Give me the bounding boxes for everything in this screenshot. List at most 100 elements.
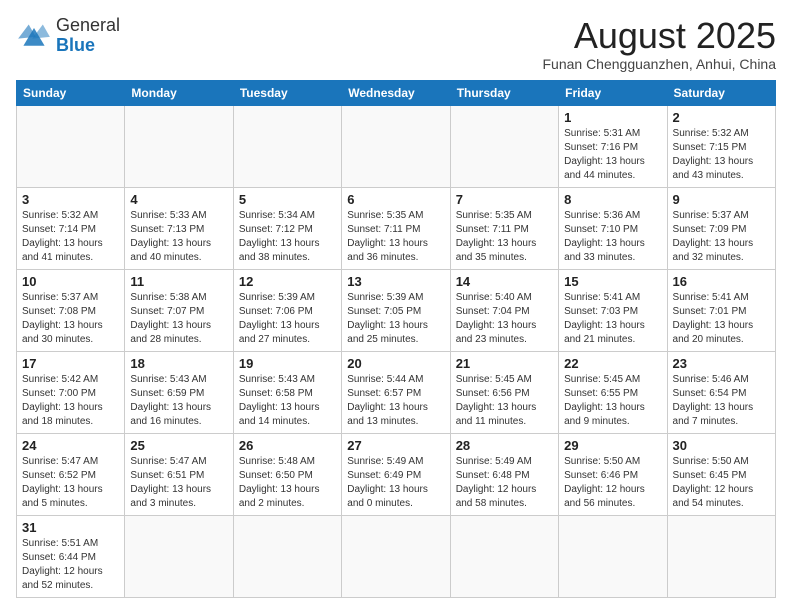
calendar-cell bbox=[559, 515, 667, 597]
calendar-cell bbox=[233, 515, 341, 597]
calendar-cell: 26 Sunrise: 5:48 AM Sunset: 6:50 PM Dayli… bbox=[233, 433, 341, 515]
day-info: Sunrise: 5:48 AM Sunset: 6:50 PM Dayligh… bbox=[239, 455, 336, 511]
calendar-week-row: 1 Sunrise: 5:31 AM Sunset: 7:16 PM Daylig… bbox=[17, 105, 776, 187]
day-info: Sunrise: 5:42 AM Sunset: 7:00 PM Dayligh… bbox=[22, 373, 119, 429]
day-info: Sunrise: 5:39 AM Sunset: 7:06 PM Dayligh… bbox=[239, 291, 336, 347]
calendar-cell: 15Sunrise: 5:41 AM Sunset: 7:03 PM Dayli… bbox=[559, 269, 667, 351]
day-number: 19 bbox=[239, 356, 336, 371]
calendar-cell bbox=[450, 515, 558, 597]
calendar-cell: 21Sunrise: 5:45 AM Sunset: 6:56 PM Dayli… bbox=[450, 351, 558, 433]
calendar-cell bbox=[667, 515, 775, 597]
calendar-title: August 2025 bbox=[542, 16, 776, 56]
calendar-week-row: 24 Sunrise: 5:47 AM Sunset: 6:52 PM Dayli… bbox=[17, 433, 776, 515]
day-number: 2 bbox=[673, 110, 770, 125]
day-number: 24 bbox=[22, 438, 119, 453]
day-number: 30 bbox=[673, 438, 770, 453]
calendar-week-row: 31Sunrise: 5:51 AM Sunset: 6:44 PM Dayli… bbox=[17, 515, 776, 597]
calendar-cell: 8Sunrise: 5:36 AM Sunset: 7:10 PM Daylig… bbox=[559, 187, 667, 269]
day-info: Sunrise: 5:34 AM Sunset: 7:12 PM Dayligh… bbox=[239, 209, 336, 265]
calendar-cell: 2 Sunrise: 5:32 AM Sunset: 7:15 PM Daylig… bbox=[667, 105, 775, 187]
calendar-cell: 14 Sunrise: 5:40 AM Sunset: 7:04 PM Dayli… bbox=[450, 269, 558, 351]
calendar-cell: 23 Sunrise: 5:46 AM Sunset: 6:54 PM Dayli… bbox=[667, 351, 775, 433]
calendar-cell: 29 Sunrise: 5:50 AM Sunset: 6:46 PM Dayli… bbox=[559, 433, 667, 515]
title-area: August 2025 Funan Chengguanzhen, Anhui, … bbox=[542, 16, 776, 72]
calendar-cell bbox=[342, 515, 450, 597]
day-number: 9 bbox=[673, 192, 770, 207]
calendar-cell: 27 Sunrise: 5:49 AM Sunset: 6:49 PM Dayli… bbox=[342, 433, 450, 515]
day-info: Sunrise: 5:32 AM Sunset: 7:14 PM Dayligh… bbox=[22, 209, 119, 265]
day-number: 16 bbox=[673, 274, 770, 289]
day-info: Sunrise: 5:46 AM Sunset: 6:54 PM Dayligh… bbox=[673, 373, 770, 429]
calendar-cell: 30 Sunrise: 5:50 AM Sunset: 6:45 PM Dayli… bbox=[667, 433, 775, 515]
calendar-cell: 31Sunrise: 5:51 AM Sunset: 6:44 PM Dayli… bbox=[17, 515, 125, 597]
day-info: Sunrise: 5:41 AM Sunset: 7:01 PM Dayligh… bbox=[673, 291, 770, 347]
calendar-cell: 22Sunrise: 5:45 AM Sunset: 6:55 PM Dayli… bbox=[559, 351, 667, 433]
day-info: Sunrise: 5:49 AM Sunset: 6:48 PM Dayligh… bbox=[456, 455, 553, 511]
logo: General Blue bbox=[16, 16, 120, 56]
calendar-cell: 20Sunrise: 5:44 AM Sunset: 6:57 PM Dayli… bbox=[342, 351, 450, 433]
calendar-cell: 9 Sunrise: 5:37 AM Sunset: 7:09 PM Daylig… bbox=[667, 187, 775, 269]
day-number: 5 bbox=[239, 192, 336, 207]
day-number: 8 bbox=[564, 192, 661, 207]
logo-text: General Blue bbox=[56, 16, 120, 56]
day-info: Sunrise: 5:37 AM Sunset: 7:09 PM Dayligh… bbox=[673, 209, 770, 265]
calendar-cell: 5 Sunrise: 5:34 AM Sunset: 7:12 PM Daylig… bbox=[233, 187, 341, 269]
day-number: 21 bbox=[456, 356, 553, 371]
day-info: Sunrise: 5:45 AM Sunset: 6:55 PM Dayligh… bbox=[564, 373, 661, 429]
day-number: 13 bbox=[347, 274, 444, 289]
day-number: 27 bbox=[347, 438, 444, 453]
calendar-cell bbox=[233, 105, 341, 187]
day-info: Sunrise: 5:47 AM Sunset: 6:52 PM Dayligh… bbox=[22, 455, 119, 511]
day-number: 14 bbox=[456, 274, 553, 289]
day-number: 18 bbox=[130, 356, 227, 371]
calendar-cell: 7Sunrise: 5:35 AM Sunset: 7:11 PM Daylig… bbox=[450, 187, 558, 269]
calendar-cell bbox=[450, 105, 558, 187]
calendar-week-row: 10Sunrise: 5:37 AM Sunset: 7:08 PM Dayli… bbox=[17, 269, 776, 351]
day-number: 12 bbox=[239, 274, 336, 289]
day-number: 26 bbox=[239, 438, 336, 453]
day-number: 7 bbox=[456, 192, 553, 207]
calendar-cell: 13Sunrise: 5:39 AM Sunset: 7:05 PM Dayli… bbox=[342, 269, 450, 351]
day-number: 3 bbox=[22, 192, 119, 207]
day-number: 29 bbox=[564, 438, 661, 453]
day-info: Sunrise: 5:43 AM Sunset: 6:59 PM Dayligh… bbox=[130, 373, 227, 429]
calendar-cell bbox=[125, 105, 233, 187]
calendar-cell: 28 Sunrise: 5:49 AM Sunset: 6:48 PM Dayli… bbox=[450, 433, 558, 515]
header-friday: Friday bbox=[559, 80, 667, 105]
calendar-cell: 3 Sunrise: 5:32 AM Sunset: 7:14 PM Daylig… bbox=[17, 187, 125, 269]
calendar-cell: 17Sunrise: 5:42 AM Sunset: 7:00 PM Dayli… bbox=[17, 351, 125, 433]
day-info: Sunrise: 5:50 AM Sunset: 6:45 PM Dayligh… bbox=[673, 455, 770, 511]
calendar-cell: 16 Sunrise: 5:41 AM Sunset: 7:01 PM Dayli… bbox=[667, 269, 775, 351]
day-info: Sunrise: 5:51 AM Sunset: 6:44 PM Dayligh… bbox=[22, 537, 119, 593]
day-info: Sunrise: 5:32 AM Sunset: 7:15 PM Dayligh… bbox=[673, 127, 770, 183]
weekday-header-row: Sunday Monday Tuesday Wednesday Thursday… bbox=[17, 80, 776, 105]
day-number: 1 bbox=[564, 110, 661, 125]
header-saturday: Saturday bbox=[667, 80, 775, 105]
day-info: Sunrise: 5:40 AM Sunset: 7:04 PM Dayligh… bbox=[456, 291, 553, 347]
header-sunday: Sunday bbox=[17, 80, 125, 105]
day-info: Sunrise: 5:43 AM Sunset: 6:58 PM Dayligh… bbox=[239, 373, 336, 429]
day-info: Sunrise: 5:35 AM Sunset: 7:11 PM Dayligh… bbox=[347, 209, 444, 265]
calendar-cell: 18 Sunrise: 5:43 AM Sunset: 6:59 PM Dayli… bbox=[125, 351, 233, 433]
header-thursday: Thursday bbox=[450, 80, 558, 105]
calendar-cell: 10Sunrise: 5:37 AM Sunset: 7:08 PM Dayli… bbox=[17, 269, 125, 351]
calendar-cell: 12 Sunrise: 5:39 AM Sunset: 7:06 PM Dayli… bbox=[233, 269, 341, 351]
day-number: 4 bbox=[130, 192, 227, 207]
calendar-cell bbox=[342, 105, 450, 187]
header-wednesday: Wednesday bbox=[342, 80, 450, 105]
day-info: Sunrise: 5:31 AM Sunset: 7:16 PM Dayligh… bbox=[564, 127, 661, 183]
calendar-table: Sunday Monday Tuesday Wednesday Thursday… bbox=[16, 80, 776, 598]
day-info: Sunrise: 5:50 AM Sunset: 6:46 PM Dayligh… bbox=[564, 455, 661, 511]
day-info: Sunrise: 5:49 AM Sunset: 6:49 PM Dayligh… bbox=[347, 455, 444, 511]
calendar-cell bbox=[17, 105, 125, 187]
day-number: 25 bbox=[130, 438, 227, 453]
calendar-cell: 19 Sunrise: 5:43 AM Sunset: 6:58 PM Dayli… bbox=[233, 351, 341, 433]
calendar-cell: 24 Sunrise: 5:47 AM Sunset: 6:52 PM Dayli… bbox=[17, 433, 125, 515]
calendar-subtitle: Funan Chengguanzhen, Anhui, China bbox=[542, 56, 776, 72]
day-number: 23 bbox=[673, 356, 770, 371]
day-number: 20 bbox=[347, 356, 444, 371]
day-number: 28 bbox=[456, 438, 553, 453]
day-number: 6 bbox=[347, 192, 444, 207]
logo-blue: Blue bbox=[56, 35, 95, 55]
calendar-cell: 6 Sunrise: 5:35 AM Sunset: 7:11 PM Daylig… bbox=[342, 187, 450, 269]
